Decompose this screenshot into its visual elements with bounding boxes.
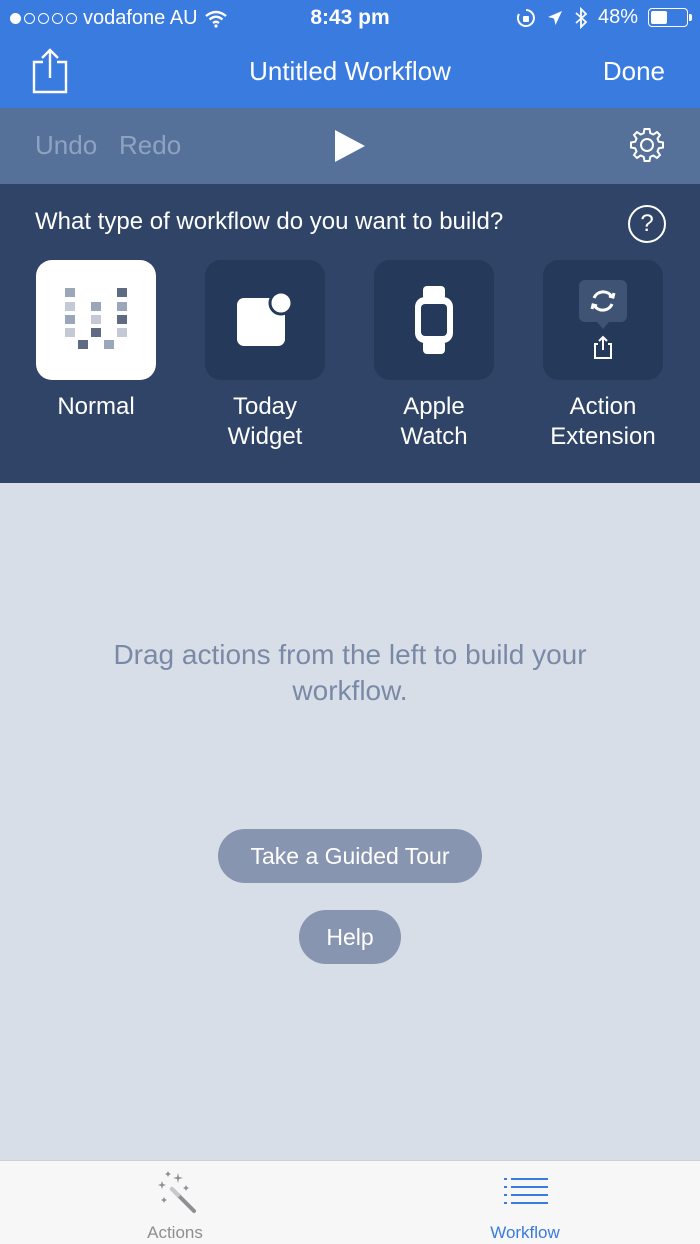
nav-bar: Untitled Workflow Done [0, 36, 700, 108]
workflow-type-panel: What type of workflow do you want to bui… [0, 184, 700, 483]
tab-label-workflow: Workflow [490, 1223, 560, 1242]
type-option-today-widget[interactable]: Today Widget [185, 260, 345, 452]
watch-icon [415, 286, 453, 354]
type-label-normal: Normal [57, 393, 135, 420]
type-tile-apple-watch[interactable] [374, 260, 494, 380]
type-option-apple-watch[interactable]: Apple Watch [354, 260, 514, 452]
tab-workflow[interactable]: Workflow [425, 1161, 625, 1244]
battery-fill [651, 11, 667, 24]
workflow-grid-icon [65, 288, 127, 349]
action-extension-icon [579, 280, 627, 359]
type-tile-today-widget[interactable] [205, 260, 325, 380]
undo-button[interactable]: Undo [35, 130, 97, 161]
type-option-normal[interactable]: Normal [16, 260, 176, 422]
gear-icon[interactable] [628, 126, 666, 164]
type-tile-normal[interactable] [36, 260, 156, 380]
status-right: 48% [516, 6, 692, 29]
widget-icon [237, 290, 294, 346]
play-icon[interactable] [333, 128, 367, 164]
bluetooth-icon [575, 6, 588, 29]
list-icon [504, 1178, 548, 1204]
type-label-apple-watch: Apple Watch [400, 393, 468, 450]
help-icon[interactable]: ? [628, 205, 666, 243]
type-label-today-widget: Today Widget [227, 393, 303, 450]
tab-actions[interactable]: Actions [75, 1161, 275, 1244]
empty-workflow-message: Drag actions from the left to build your… [113, 639, 587, 706]
status-bar: vodafone AU 8:43 pm 48% [0, 0, 700, 36]
type-tile-action-extension[interactable] [543, 260, 663, 380]
battery-percent: 48% [597, 6, 638, 28]
type-label-action-extension: Action Extension [550, 393, 656, 450]
editor-toolbar: Undo Redo [0, 108, 700, 184]
nav-title[interactable]: Untitled Workflow [0, 56, 700, 87]
battery-icon [648, 8, 692, 27]
help-button[interactable]: Help [299, 910, 401, 964]
magic-wand-icon [158, 1171, 196, 1213]
type-option-action-extension[interactable]: Action Extension [523, 260, 683, 452]
workflow-type-question: What type of workflow do you want to bui… [35, 208, 504, 235]
orientation-lock-icon [516, 8, 535, 27]
done-button[interactable]: Done [603, 56, 665, 87]
tab-bar: Actions Workflow [0, 1160, 700, 1244]
redo-button[interactable]: Redo [119, 130, 181, 161]
guided-tour-button[interactable]: Take a Guided Tour [218, 829, 482, 883]
tab-label-actions: Actions [147, 1223, 203, 1242]
location-icon [547, 10, 562, 25]
